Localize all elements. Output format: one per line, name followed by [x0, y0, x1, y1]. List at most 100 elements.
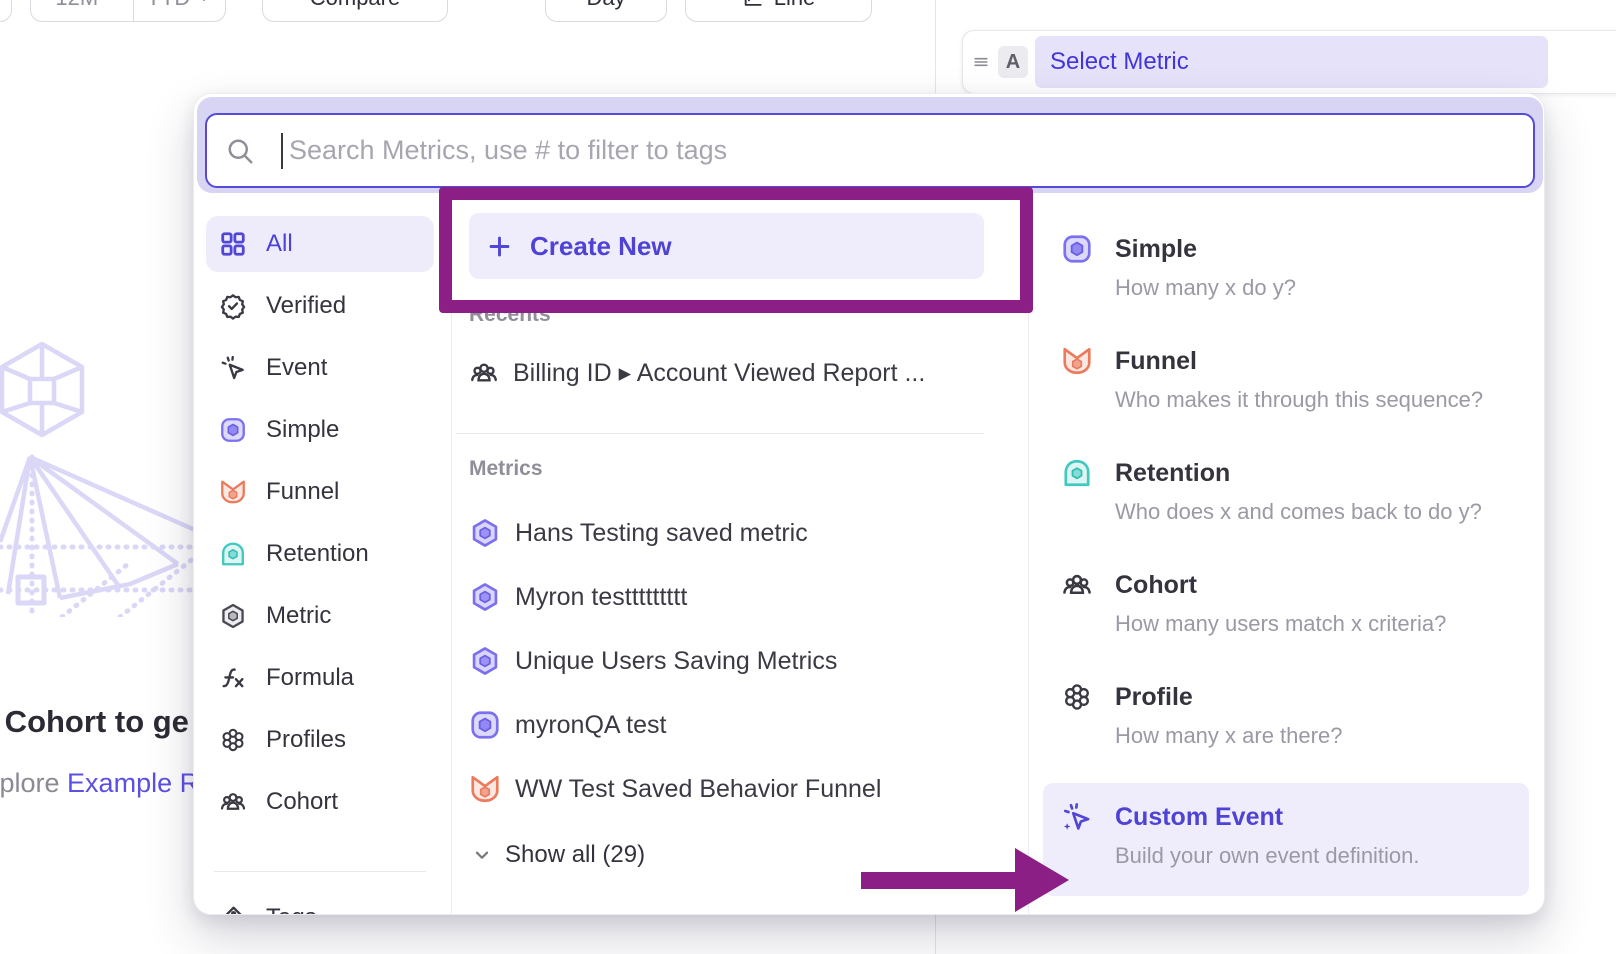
- metric-type-texts: Profile How many x are there?: [1115, 681, 1342, 750]
- sidebar-item-verified[interactable]: Verified: [206, 278, 434, 334]
- saved-metric-item[interactable]: Unique Users Saving Metrics: [469, 641, 837, 681]
- sidebar-item-retention[interactable]: Retention: [206, 526, 434, 582]
- sidebar-item-label: Tags: [266, 904, 317, 915]
- show-all-button[interactable]: Show all (29): [471, 839, 645, 871]
- select-metric-field[interactable]: Select Metric: [1035, 36, 1548, 88]
- custom-event-icon: [1061, 801, 1093, 833]
- middle-divider: [456, 433, 984, 434]
- toolbar-button-fragment[interactable]: [0, 0, 12, 22]
- range-12m-button[interactable]: 12M: [31, 0, 123, 21]
- funnel-icon: [469, 773, 501, 805]
- metric-type-desc: How many x are there?: [1115, 722, 1342, 750]
- retention-icon: [1061, 457, 1093, 489]
- metric-type-texts: Funnel Who makes it through this sequenc…: [1115, 345, 1483, 414]
- metric-hexagon-icon: [469, 517, 501, 549]
- create-new-button[interactable]: Create New: [469, 213, 984, 279]
- sidebar-item-formula[interactable]: Formula: [206, 650, 434, 706]
- metric-type-custom-event[interactable]: Custom Event Build your own event defini…: [1043, 783, 1529, 896]
- cohort-icon: [219, 788, 247, 816]
- profiles-icon: [1061, 681, 1093, 713]
- sidebar-item-event[interactable]: Event: [206, 340, 434, 396]
- retention-icon: [219, 540, 247, 568]
- tag-icon: [219, 904, 247, 915]
- chart-type-line-button[interactable]: Line: [685, 0, 872, 22]
- sidebar-item-profiles[interactable]: Profiles: [206, 712, 434, 768]
- saved-metric-item[interactable]: Hans Testing saved metric: [469, 513, 808, 553]
- grid-icon: [219, 230, 247, 258]
- metric-hexagon-icon: [469, 645, 501, 677]
- saved-metric-item[interactable]: WW Test Saved Behavior Funnel: [469, 769, 881, 809]
- chevron-down-icon: [471, 844, 493, 866]
- sidebar-item-label: Simple: [266, 416, 339, 444]
- compare-label: Compare: [310, 0, 400, 11]
- plus-icon: [486, 233, 513, 260]
- metric-type-desc: Who does x and comes back to do y?: [1115, 498, 1482, 526]
- metric-type-texts: Cohort How many users match x criteria?: [1115, 569, 1446, 638]
- column-divider-right: [1028, 195, 1029, 915]
- metric-type-title: Custom Event: [1115, 801, 1420, 833]
- sidebar-divider: [214, 871, 426, 872]
- interval-day-button[interactable]: Day: [545, 0, 667, 22]
- compare-button[interactable]: Compare: [262, 0, 448, 22]
- sidebar-item-metric[interactable]: Metric: [206, 588, 434, 644]
- app-root: r Cohort to ge xplore Example Re 12M YTD…: [0, 0, 1616, 954]
- saved-metric-label: Hans Testing saved metric: [515, 519, 808, 548]
- modal-sidebar: All Verified Event Simple Funnel Retention Met…: [206, 94, 446, 915]
- metric-type-title: Funnel: [1115, 345, 1483, 377]
- funnel-icon: [1061, 345, 1093, 377]
- metric-select-modal: All Verified Event Simple Funnel Retention Met…: [193, 93, 1545, 915]
- saved-metric-item[interactable]: myronQA test: [469, 705, 666, 745]
- modal-middle-column: Create New Recents Billing ID ▸ Account …: [456, 94, 1028, 915]
- verified-icon: [219, 292, 247, 320]
- explore-text-fragment: xplore: [0, 768, 67, 798]
- metric-type-texts: Simple How many x do y?: [1115, 233, 1296, 302]
- metric-row-letter-badge: A: [998, 46, 1028, 78]
- metric-type-desc: Who makes it through this sequence?: [1115, 386, 1483, 414]
- chevron-down-icon: [196, 0, 212, 6]
- sidebar-item-funnel[interactable]: Funnel: [206, 464, 434, 520]
- sidebar-item-cohort[interactable]: Cohort: [206, 774, 434, 830]
- sidebar-item-all[interactable]: All: [206, 216, 434, 272]
- sidebar-item-tags[interactable]: Tags: [206, 890, 434, 915]
- event-icon: [219, 354, 247, 382]
- sidebar-item-label: Profiles: [266, 726, 346, 754]
- saved-metric-label: myronQA test: [515, 711, 666, 740]
- sidebar-item-label: Formula: [266, 664, 354, 692]
- recents-section-label: Recents: [469, 303, 551, 327]
- metric-type-retention[interactable]: Retention Who does x and comes back to d…: [1043, 457, 1529, 526]
- drag-handle-icon[interactable]: [971, 52, 991, 72]
- sidebar-item-label: Funnel: [266, 478, 339, 506]
- saved-metric-item[interactable]: Myron testtttttttt: [469, 577, 687, 617]
- select-metric-label: Select Metric: [1050, 48, 1189, 76]
- metric-type-title: Simple: [1115, 233, 1296, 265]
- formula-icon: [219, 664, 247, 692]
- background-wireframe-graphic: [0, 332, 195, 617]
- cohort-icon: [1061, 569, 1093, 601]
- column-divider-left: [451, 195, 452, 915]
- sidebar-item-label: All: [266, 230, 293, 258]
- sidebar-item-simple[interactable]: Simple: [206, 402, 434, 458]
- saved-metric-label: WW Test Saved Behavior Funnel: [515, 775, 881, 804]
- metric-icon: [219, 602, 247, 630]
- metric-type-column: Simple How many x do y? Funnel Who makes…: [1043, 94, 1535, 915]
- chart-type-label: Line: [774, 0, 816, 11]
- metric-type-texts: Custom Event Build your own event defini…: [1115, 801, 1420, 870]
- metric-type-funnel[interactable]: Funnel Who makes it through this sequenc…: [1043, 345, 1529, 414]
- recent-metric-item[interactable]: Billing ID ▸ Account Viewed Report ...: [469, 353, 925, 393]
- metric-type-cohort[interactable]: Cohort How many users match x criteria?: [1043, 569, 1529, 638]
- background-explore-line: xplore Example Re: [0, 768, 214, 799]
- metric-type-title: Cohort: [1115, 569, 1446, 601]
- profiles-icon: [219, 726, 247, 754]
- metric-type-simple[interactable]: Simple How many x do y?: [1043, 233, 1529, 302]
- metric-type-profile[interactable]: Profile How many x are there?: [1043, 681, 1529, 750]
- saved-metric-label: Myron testtttttttt: [515, 583, 687, 612]
- saved-metric-label: Unique Users Saving Metrics: [515, 647, 837, 676]
- show-all-label: Show all (29): [505, 841, 645, 869]
- simple-icon: [469, 709, 501, 741]
- sidebar-item-label: Retention: [266, 540, 369, 568]
- interval-label: Day: [586, 0, 625, 11]
- simple-icon: [219, 416, 247, 444]
- metric-type-texts: Retention Who does x and comes back to d…: [1115, 457, 1482, 526]
- range-ytd-button[interactable]: YTD: [133, 0, 226, 21]
- background-heading-fragment: r Cohort to ge: [0, 704, 189, 740]
